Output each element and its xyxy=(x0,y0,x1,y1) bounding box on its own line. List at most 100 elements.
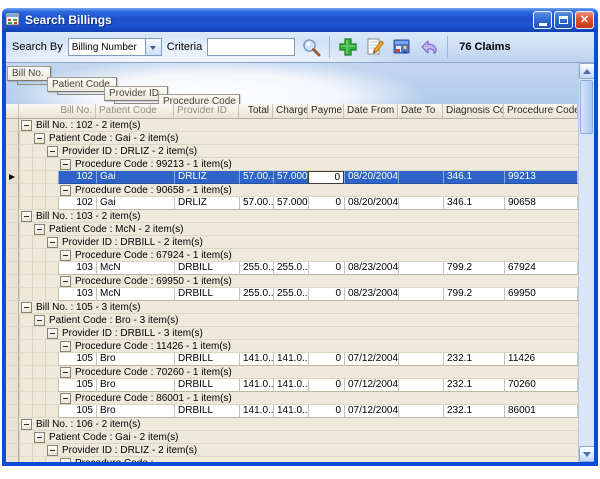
group-row[interactable]: Patient Code : Gai - 2 item(s) xyxy=(6,132,578,145)
cell-date-from[interactable]: 08/20/2004 xyxy=(344,197,398,210)
group-row[interactable]: Procedure Code : xyxy=(6,457,578,462)
column-header-provider-id[interactable]: Provider ID xyxy=(174,104,239,118)
collapse-icon[interactable] xyxy=(34,224,45,235)
data-row[interactable]: 103McNDRBILL255.0...255.0...008/23/20047… xyxy=(6,288,578,301)
cell-date-from[interactable]: 08/23/2004 xyxy=(344,288,398,301)
group-row[interactable]: Procedure Code : 11426 - 1 item(s) xyxy=(6,340,578,353)
cell-procedure-code[interactable]: 67924 xyxy=(504,262,578,275)
cell-total[interactable]: 255.0... xyxy=(239,262,273,275)
cell-date-from[interactable]: 08/23/2004 xyxy=(344,262,398,275)
cell-procedure-code[interactable]: 70260 xyxy=(504,379,578,392)
cell-charges[interactable]: 141.0... xyxy=(273,379,308,392)
group-row[interactable]: Bill No. : 106 - 2 item(s) xyxy=(6,418,578,431)
cell-bill-no[interactable]: 102 xyxy=(58,197,96,210)
add-button[interactable] xyxy=(337,36,359,58)
collapse-icon[interactable] xyxy=(60,367,71,378)
column-header-total[interactable]: Total xyxy=(239,104,273,118)
group-row[interactable]: Provider ID : DRBILL - 3 item(s) xyxy=(6,327,578,340)
cell-charges[interactable]: 57.0000 xyxy=(273,171,308,184)
collapse-icon[interactable] xyxy=(34,315,45,326)
collapse-icon[interactable] xyxy=(47,328,58,339)
group-row[interactable]: Procedure Code : 86001 - 1 item(s) xyxy=(6,392,578,405)
group-row[interactable]: Bill No. : 103 - 2 item(s) xyxy=(6,210,578,223)
cell-date-to[interactable] xyxy=(398,197,443,210)
cell-patient-code[interactable]: Gai xyxy=(96,197,174,210)
cell-bill-no[interactable]: 102 xyxy=(58,171,96,184)
group-row[interactable]: Patient Code : McN - 2 item(s) xyxy=(6,223,578,236)
group-row[interactable]: Procedure Code : 70260 - 1 item(s) xyxy=(6,366,578,379)
scrollbar-thumb[interactable] xyxy=(580,80,593,134)
cell-procedure-code[interactable]: 69950 xyxy=(504,288,578,301)
undo-button[interactable] xyxy=(418,36,440,58)
group-by-box-procedure-code[interactable]: Procedure Code xyxy=(158,94,240,104)
cell-date-to[interactable] xyxy=(398,353,443,366)
cell-procedure-code[interactable]: 11426 xyxy=(504,353,578,366)
cell-date-to[interactable] xyxy=(398,405,443,418)
cell-patient-code[interactable]: McN xyxy=(96,288,174,301)
cell-total[interactable]: 141.0... xyxy=(239,379,273,392)
cell-patient-code[interactable]: Bro xyxy=(96,405,174,418)
vertical-scrollbar[interactable] xyxy=(578,63,594,462)
cell-provider-id[interactable]: DRBILL xyxy=(174,288,239,301)
cell-payments[interactable]: 0 xyxy=(308,405,344,418)
cell-diagnosis-code[interactable]: 346.1 xyxy=(443,197,504,210)
scroll-down-button[interactable] xyxy=(579,446,594,462)
cell-provider-id[interactable]: DRBILL xyxy=(174,379,239,392)
collapse-icon[interactable] xyxy=(21,211,32,222)
cell-procedure-code[interactable]: 99213 xyxy=(504,171,578,184)
group-row[interactable]: Procedure Code : 99213 - 1 item(s) xyxy=(6,158,578,171)
cell-total[interactable]: 141.0... xyxy=(239,405,273,418)
edit-button[interactable] xyxy=(364,36,386,58)
cell-bill-no[interactable]: 103 xyxy=(58,262,96,275)
group-row[interactable]: Procedure Code : 67924 - 1 item(s) xyxy=(6,249,578,262)
group-by-box-bill-no[interactable]: Bill No. xyxy=(7,66,51,81)
group-row[interactable]: Provider ID : DRLIZ - 2 item(s) xyxy=(6,444,578,457)
cell-procedure-code[interactable]: 90658 xyxy=(504,197,578,210)
cell-provider-id[interactable]: DRLIZ xyxy=(174,171,239,184)
claim-form-button[interactable] xyxy=(391,36,413,58)
cell-date-from[interactable]: 07/12/2004 xyxy=(344,353,398,366)
cell-charges[interactable]: 141.0... xyxy=(273,353,308,366)
cell-date-to[interactable] xyxy=(398,288,443,301)
column-header-date-to[interactable]: Date To xyxy=(398,104,443,118)
cell-charges[interactable]: 255.0... xyxy=(273,288,308,301)
cell-total[interactable]: 57.00... xyxy=(239,197,273,210)
group-row[interactable]: Bill No. : 102 - 2 item(s) xyxy=(6,119,578,132)
cell-bill-no[interactable]: 105 xyxy=(58,405,96,418)
maximize-button[interactable] xyxy=(554,11,573,29)
cell-date-to[interactable] xyxy=(398,262,443,275)
cell-total[interactable]: 57.00... xyxy=(239,171,273,184)
minimize-button[interactable] xyxy=(533,11,552,29)
payments-editor-cell[interactable]: 0 xyxy=(308,171,344,184)
criteria-input[interactable] xyxy=(207,38,295,56)
collapse-icon[interactable] xyxy=(60,159,71,170)
group-row[interactable]: Procedure Code : 90658 - 1 item(s) xyxy=(6,184,578,197)
data-row[interactable]: 105BroDRBILL141.0...141.0...007/12/20042… xyxy=(6,379,578,392)
collapse-icon[interactable] xyxy=(34,133,45,144)
collapse-icon[interactable] xyxy=(47,445,58,456)
collapse-icon[interactable] xyxy=(60,341,71,352)
cell-diagnosis-code[interactable]: 232.1 xyxy=(443,353,504,366)
collapse-icon[interactable] xyxy=(21,120,32,131)
cell-diagnosis-code[interactable]: 232.1 xyxy=(443,379,504,392)
cell-payments[interactable]: 0 xyxy=(308,379,344,392)
cell-date-from[interactable]: 07/12/2004 xyxy=(344,405,398,418)
cell-patient-code[interactable]: Bro xyxy=(96,353,174,366)
cell-diagnosis-code[interactable]: 799.2 xyxy=(443,288,504,301)
cell-procedure-code[interactable]: 86001 xyxy=(504,405,578,418)
group-by-panel[interactable]: Bill No.Patient CodeProvider IDProcedure… xyxy=(6,63,578,104)
cell-provider-id[interactable]: DRBILL xyxy=(174,262,239,275)
cell-provider-id[interactable]: DRBILL xyxy=(174,353,239,366)
collapse-icon[interactable] xyxy=(60,276,71,287)
cell-diagnosis-code[interactable]: 232.1 xyxy=(443,405,504,418)
cell-charges[interactable]: 141.0... xyxy=(273,405,308,418)
data-row[interactable]: 105BroDRBILL141.0...141.0...007/12/20042… xyxy=(6,353,578,366)
cell-provider-id[interactable]: DRLIZ xyxy=(174,197,239,210)
group-row[interactable]: Patient Code : Bro - 3 item(s) xyxy=(6,314,578,327)
cell-date-from[interactable]: 08/20/2004 xyxy=(344,171,398,184)
column-header-patient-code[interactable]: Patient Code xyxy=(96,104,174,118)
cell-diagnosis-code[interactable]: 346.1 xyxy=(443,171,504,184)
cell-date-from[interactable]: 07/12/2004 xyxy=(344,379,398,392)
cell-total[interactable]: 255.0... xyxy=(239,288,273,301)
cell-payments[interactable]: 0 xyxy=(308,197,344,210)
